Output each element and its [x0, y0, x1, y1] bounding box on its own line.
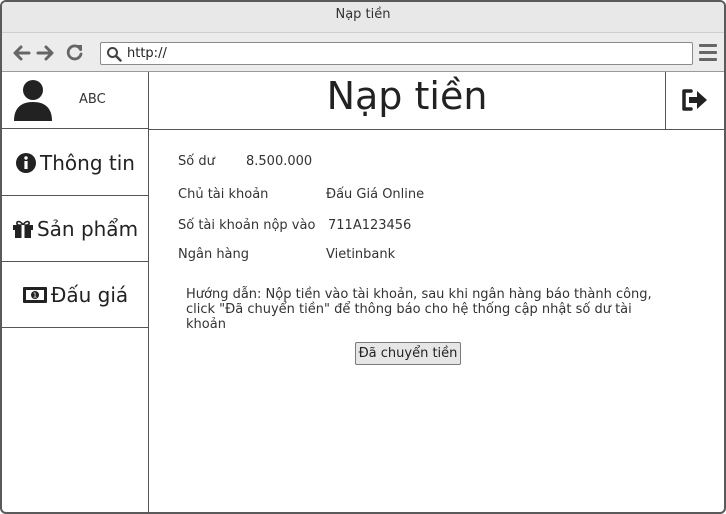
user-name: ABC: [79, 92, 106, 107]
sidebar-item-thong-tin[interactable]: Thông tin: [2, 130, 148, 196]
window-title: Nạp tiền: [2, 2, 724, 33]
sidebar-item-label: Thông tin: [40, 150, 135, 175]
page-title: Nạp tiền: [326, 74, 488, 118]
browser-toolbar: http://: [2, 33, 724, 72]
user-avatar-icon: [13, 79, 53, 125]
sidebar-item-label: Đấu giá: [50, 282, 129, 307]
hamburger-menu-icon[interactable]: [699, 44, 717, 62]
sidebar-item-san-pham[interactable]: Sản phẩm: [2, 196, 148, 262]
instructions-line: click "Đã chuyển tiền" để thông báo cho …: [186, 302, 632, 332]
account-owner-value: Đấu Giá Online: [326, 187, 425, 202]
sidebar: ABC Thông tin Sản phẩm 1 Đấu giá: [2, 72, 149, 512]
sidebar-item-dau-gia[interactable]: 1 Đấu giá: [2, 262, 148, 328]
account-number-value: 711A123456: [328, 218, 412, 233]
account-number-label: Số tài khoản nộp vào: [178, 218, 316, 233]
transferred-button[interactable]: Đã chuyển tiền: [355, 342, 461, 365]
logout-button[interactable]: [665, 72, 724, 130]
money-bill-icon: 1: [22, 286, 48, 304]
reload-icon[interactable]: [65, 43, 85, 63]
instructions-text: Hướng dẫn: Nộp tiền vào tài khoản, sau k…: [186, 287, 666, 332]
search-icon: [106, 46, 122, 69]
svg-text:1: 1: [33, 291, 37, 299]
arrow-right-icon[interactable]: [36, 43, 56, 63]
url-input[interactable]: http://: [100, 42, 693, 65]
user-panel: ABC: [2, 72, 148, 129]
browser-window: Nạp tiền http:// ABC Thông tin Sản phẩm …: [0, 0, 726, 514]
balance-label: Số dư: [178, 154, 215, 169]
url-text: http://: [127, 46, 167, 61]
balance-value: 8.500.000: [246, 154, 313, 169]
main-content: Số dư 8.500.000 Chủ tài khoản Đấu Giá On…: [150, 131, 724, 512]
bank-value: Vietinbank: [326, 247, 396, 262]
instructions-line: Hướng dẫn: Nộp tiền vào tài khoản, sau k…: [186, 287, 652, 302]
account-owner-label: Chủ tài khoản: [178, 187, 269, 202]
page-header: Nạp tiền: [149, 72, 724, 130]
info-circle-icon: [15, 152, 37, 174]
arrow-left-icon[interactable]: [11, 43, 31, 63]
sign-out-icon: [682, 89, 707, 111]
sidebar-item-label: Sản phẩm: [36, 216, 139, 241]
gift-icon: [12, 219, 34, 239]
bank-label: Ngân hàng: [178, 247, 250, 262]
